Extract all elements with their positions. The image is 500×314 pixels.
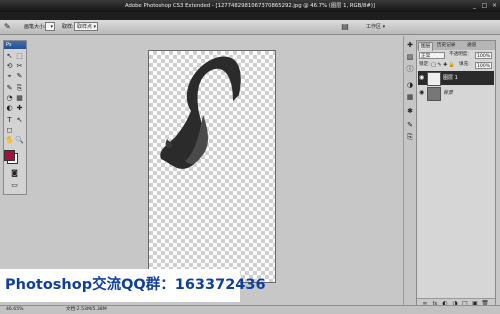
swatches-icon[interactable]: ▦ <box>405 92 415 102</box>
clone-source-icon[interactable]: ⎘ <box>405 132 415 142</box>
move-tool-icon[interactable]: ↖ <box>5 52 14 61</box>
options-bar: ✎ 画笔大小: ▾ 取样: 取样点 ▾ ▤ 工作区 ▾ <box>0 20 500 35</box>
layers-panel: 图层 历史记录 通道 正常 不透明度: 100% 锁定: □ ✎ ✚ 🔒 填充:… <box>416 40 496 310</box>
magic-wand-tool-icon[interactable]: ✂ <box>15 62 24 71</box>
history-brush-tool-icon[interactable]: ▦ <box>15 94 24 103</box>
document-canvas[interactable] <box>148 50 276 283</box>
type-tool-icon[interactable]: T <box>5 116 14 125</box>
navigator-icon[interactable]: ✚ <box>405 40 415 50</box>
workspace-menu[interactable]: 工作区 ▾ <box>366 22 396 32</box>
fill-label: 填充: <box>459 62 470 67</box>
gradient-tool-icon[interactable]: ✚ <box>15 104 24 113</box>
brush-icon[interactable]: ✎ <box>4 22 16 32</box>
blend-mode-select[interactable]: 正常 <box>419 52 445 59</box>
opacity-field[interactable]: 100% <box>475 52 492 59</box>
brushes-icon[interactable]: ✎ <box>405 120 415 130</box>
shape-tool-icon[interactable]: ◻ <box>5 126 14 135</box>
toolbox-header: Ps <box>4 41 26 49</box>
close-button[interactable]: × <box>490 2 499 9</box>
lock-label: 锁定: <box>419 62 430 67</box>
layer-thumbnail <box>427 87 441 101</box>
eye-icon[interactable]: ◉ <box>419 74 425 82</box>
sample-value: 取样点 <box>77 24 93 30</box>
chevron-down-icon: ▾ <box>93 24 96 30</box>
path-selection-tool-icon[interactable]: ↖ <box>15 116 24 125</box>
brush-size-dropdown[interactable]: ▾ <box>45 22 55 31</box>
title-bar: Adobe Photoshop CS3 Extended - [12774829… <box>0 0 500 12</box>
histogram-icon[interactable]: ▨ <box>405 52 415 62</box>
brush-tool-icon[interactable]: ⎘ <box>15 84 24 93</box>
layer-row[interactable]: ◉ 背景 <box>418 86 494 101</box>
color-icon[interactable]: ◑ <box>405 80 415 90</box>
maximize-button[interactable]: □ <box>480 2 489 9</box>
window-title: Adobe Photoshop CS3 Extended - [12774829… <box>125 3 375 9</box>
panel-tabs: 图层 历史记录 通道 <box>417 41 495 51</box>
marquee-tool-icon[interactable]: ⬚ <box>15 52 24 61</box>
chevron-down-icon: ▾ <box>50 24 53 30</box>
qq-group-watermark: Photoshop交流QQ群：163372436 <box>0 269 266 302</box>
layer-name: 图层 1 <box>443 75 458 81</box>
toolbox: Ps ↖ ⬚ ⟲ ✂ ⌖ ✎ ✎ ⎘ ◔ ▦ ◐ ✚ T ↖ ◻ ✋ 🔍 ◙ ▭ <box>3 40 27 195</box>
healing-brush-tool-icon[interactable]: ✎ <box>5 84 14 93</box>
minimize-button[interactable]: _ <box>470 2 479 9</box>
lasso-tool-icon[interactable]: ⟲ <box>5 62 14 71</box>
crop-tool-icon[interactable]: ⌖ <box>5 72 14 81</box>
sample-dropdown[interactable]: 取样点 ▾ <box>74 22 98 31</box>
styles-icon[interactable]: ✱ <box>405 106 415 116</box>
tab-channels[interactable]: 通道 <box>465 42 478 50</box>
tab-layers[interactable]: 图层 <box>418 42 434 51</box>
eye-icon[interactable]: ◉ <box>419 89 425 97</box>
opacity-label: 不透明度: <box>449 52 469 57</box>
palette-well-icon[interactable]: ▤ <box>340 22 350 32</box>
eraser-tool-icon[interactable]: ◐ <box>5 104 14 113</box>
screen-mode-icon[interactable]: ▭ <box>10 181 19 190</box>
lock-icons[interactable]: □ ✎ ✚ 🔒 <box>431 61 455 69</box>
clone-stamp-tool-icon[interactable]: ◔ <box>5 94 14 103</box>
photoshop-window: Adobe Photoshop CS3 Extended - [12774829… <box>0 0 500 314</box>
zoom-tool-icon[interactable]: 🔍 <box>15 136 24 145</box>
hair-cutout-image <box>160 56 241 169</box>
foreground-color-swatch[interactable] <box>4 150 15 161</box>
brush-size-label: 画笔大小: <box>24 24 46 30</box>
layer-name: 背景 <box>443 90 454 96</box>
slice-tool-icon[interactable]: ✎ <box>15 72 24 81</box>
sample-label: 取样: <box>62 24 74 30</box>
quick-mask-icon[interactable]: ◙ <box>10 169 19 178</box>
info-icon[interactable]: ⓘ <box>405 64 415 74</box>
layer-thumbnail <box>427 72 441 86</box>
tab-history[interactable]: 历史记录 <box>435 42 457 50</box>
layer-row-selected[interactable]: ◉ 图层 1 <box>418 71 494 86</box>
menu-bar <box>0 12 500 20</box>
fill-field[interactable]: 100% <box>475 62 492 69</box>
panel-dock: ✚ ▨ ⓘ ◑ ▦ ✱ ✎ ⎘ <box>403 36 416 306</box>
hand-tool-icon[interactable]: ✋ <box>5 136 14 145</box>
